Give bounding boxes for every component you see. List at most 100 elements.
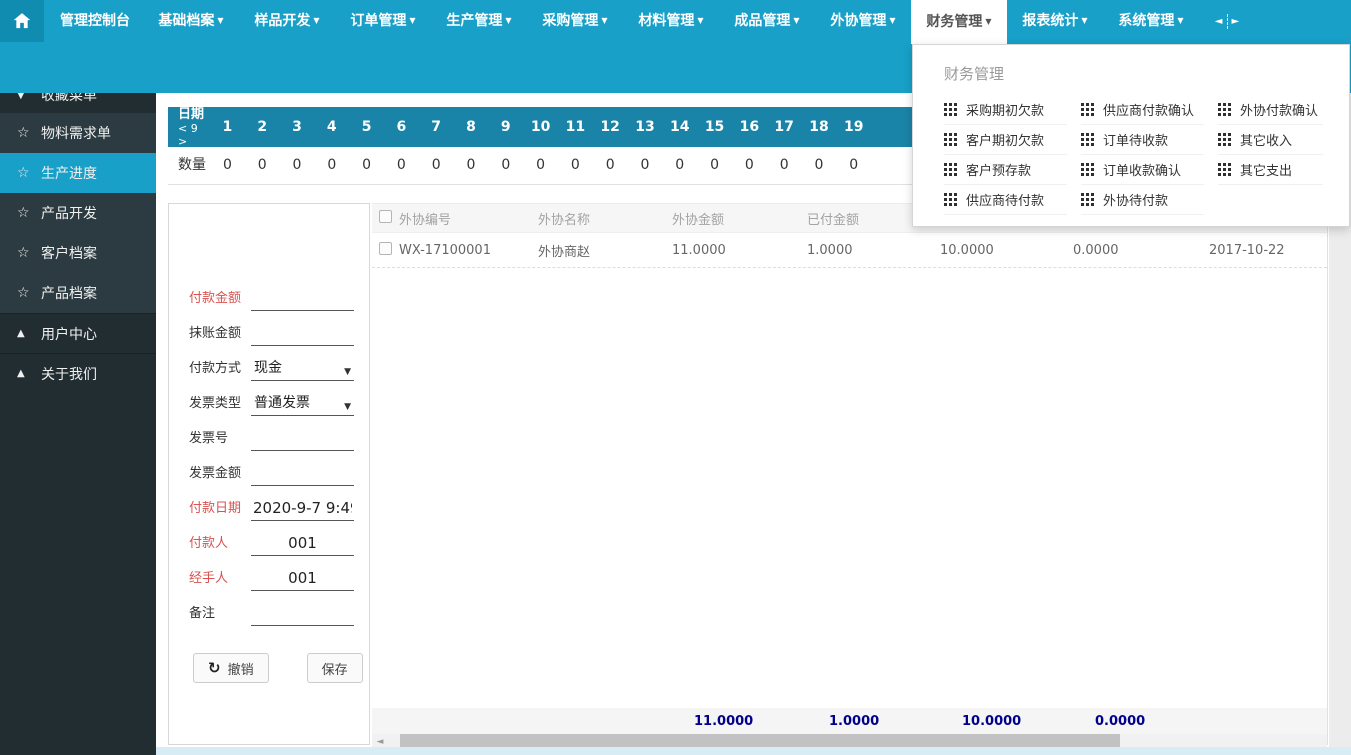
invoice-amount-input[interactable] [251, 460, 354, 486]
day-cell[interactable]: 12 [593, 107, 628, 147]
day-cell[interactable]: 19 [836, 107, 871, 147]
nav-item-label: 材料管理 [638, 13, 694, 29]
column-header-outsource-amount[interactable]: 外协金额 [672, 209, 807, 228]
day-cell[interactable]: 10 [523, 107, 558, 147]
quantity-value: 0 [349, 147, 384, 184]
menu-item-outsource-payment-confirm[interactable]: 外协付款确认 [1218, 95, 1323, 125]
caret-down-icon: ▼ [17, 93, 41, 101]
nav-item-purchase-mgmt[interactable]: 采购管理▼ [527, 0, 623, 42]
day-cell[interactable]: 9 [488, 107, 523, 147]
column-header-outsource-no[interactable]: 外协编号 [399, 209, 538, 228]
star-icon: ☆ [17, 165, 41, 181]
column-header-outsource-name[interactable]: 外协名称 [538, 209, 672, 228]
menu-item-supplier-payment-confirm[interactable]: 供应商付款确认 [1081, 95, 1204, 125]
save-button[interactable]: 保存 [307, 653, 363, 683]
app-screen: 管理控制台 基础档案▼ 样品开发▼ 订单管理▼ 生产管理▼ 采购管理▼ 材料管理… [0, 0, 1351, 755]
grid-icon [944, 193, 957, 206]
nav-item-dashboard[interactable]: 管理控制台 [47, 0, 143, 42]
quantity-value: 0 [419, 147, 454, 184]
field-label: 付款人 [189, 532, 251, 556]
day-cell[interactable]: 6 [384, 107, 419, 147]
sidebar-item-product-dev[interactable]: ☆ 产品开发 [0, 193, 156, 233]
undo-button[interactable]: ↻ 撤销 [193, 653, 269, 683]
sidebar-collapse-toggle[interactable]: ◄► [1199, 0, 1255, 42]
row-checkbox[interactable] [379, 242, 392, 255]
menu-item-outsource-payable-pending[interactable]: 外协待付款 [1081, 185, 1204, 215]
nav-item-sample-dev[interactable]: 样品开发▼ [239, 0, 335, 42]
sidebar-item-customer-archive[interactable]: ☆ 客户档案 [0, 233, 156, 273]
day-cell[interactable]: 16 [732, 107, 767, 147]
payer-input[interactable] [251, 530, 354, 556]
select-all-checkbox[interactable] [379, 210, 392, 223]
nav-item-label: 外协管理 [830, 13, 886, 29]
chevron-up-icon: ▲ [17, 368, 41, 379]
sidebar-item-production-progress[interactable]: ☆ 生产进度 [0, 153, 156, 193]
menu-item-other-income[interactable]: 其它收入 [1218, 125, 1323, 155]
sidebar-item-favorites[interactable]: ▼ 收藏菜单 [0, 93, 156, 113]
menu-item-order-receipt-confirm[interactable]: 订单收款确认 [1081, 155, 1204, 185]
writeoff-amount-input[interactable] [251, 320, 354, 346]
day-cell[interactable]: 17 [767, 107, 802, 147]
payment-method-select[interactable]: 现金 ▼ [251, 355, 354, 381]
menu-item-purchase-initial-debt[interactable]: 采购期初欠款 [944, 95, 1067, 125]
menu-item-label: 客户预存款 [966, 160, 1031, 179]
day-cell[interactable]: 18 [802, 107, 837, 147]
quantity-value: 0 [628, 147, 663, 184]
remark-input[interactable] [251, 600, 354, 626]
form-buttons: ↻ 撤销 保存 [193, 653, 369, 683]
day-cell[interactable]: 11 [558, 107, 593, 147]
day-cell[interactable]: 5 [349, 107, 384, 147]
sidebar-item-about-us[interactable]: ▲ 关于我们 [0, 353, 156, 393]
menu-item-customer-initial-debt[interactable]: 客户期初欠款 [944, 125, 1067, 155]
nav-item-report-stats[interactable]: 报表统计▼ [1007, 0, 1103, 42]
date-pager[interactable]: < 9 > [178, 122, 210, 148]
total-unpaid-amount: 10.0000 [940, 714, 1073, 729]
menu-item-other-expense[interactable]: 其它支出 [1218, 155, 1323, 185]
table-row[interactable]: WX-17100001 外协商赵 11.0000 1.0000 10.0000 … [372, 233, 1327, 268]
menu-item-customer-prepaid[interactable]: 客户预存款 [944, 155, 1067, 185]
menu-item-order-receivable[interactable]: 订单待收款 [1081, 125, 1204, 155]
sidebar-item-label: 客户档案 [41, 243, 97, 263]
home-button[interactable] [0, 0, 44, 42]
day-cell[interactable]: 8 [454, 107, 489, 147]
nav-item-system-mgmt[interactable]: 系统管理▼ [1103, 0, 1199, 42]
day-cell[interactable]: 15 [697, 107, 732, 147]
scroll-left-arrow-icon[interactable]: ◄ [372, 737, 388, 747]
invoice-type-select[interactable]: 普通发票 ▼ [251, 390, 354, 416]
sidebar-item-user-center[interactable]: ▲ 用户中心 [0, 313, 156, 353]
top-navbar: 管理控制台 基础档案▼ 样品开发▼ 订单管理▼ 生产管理▼ 采购管理▼ 材料管理… [0, 0, 1255, 44]
caret-down-icon: ▼ [344, 402, 351, 412]
mega-menu-title: 财务管理 [944, 63, 1335, 83]
quantity-value: 0 [488, 147, 523, 184]
nav-item-production-mgmt[interactable]: 生产管理▼ [431, 0, 527, 42]
sidebar-item-material-requisition[interactable]: ☆ 物料需求单 [0, 113, 156, 153]
day-cell[interactable]: 2 [245, 107, 280, 147]
caret-down-icon: ▼ [217, 16, 223, 25]
nav-item-order-mgmt[interactable]: 订单管理▼ [335, 0, 431, 42]
caret-down-icon: ▼ [344, 367, 351, 377]
nav-item-base-archive[interactable]: 基础档案▼ [143, 0, 239, 42]
payment-amount-input[interactable] [251, 285, 354, 311]
day-cell[interactable]: 4 [314, 107, 349, 147]
invoice-no-input[interactable] [251, 425, 354, 451]
sidebar-item-product-archive[interactable]: ☆ 产品档案 [0, 273, 156, 313]
day-cell[interactable]: 1 [210, 107, 245, 147]
quantity-value: 0 [697, 147, 732, 184]
day-cell[interactable]: 3 [280, 107, 315, 147]
grid-icon [1218, 133, 1231, 146]
nav-item-material-mgmt[interactable]: 材料管理▼ [623, 0, 719, 42]
nav-item-finished-goods-mgmt[interactable]: 成品管理▼ [719, 0, 815, 42]
menu-item-label: 其它支出 [1240, 160, 1292, 179]
nav-item-finance-mgmt[interactable]: 财务管理▼ [911, 0, 1007, 44]
menu-item-label: 供应商付款确认 [1103, 100, 1194, 119]
day-cell[interactable]: 14 [662, 107, 697, 147]
day-cell[interactable]: 7 [419, 107, 454, 147]
sidebar-item-label: 用户中心 [41, 324, 97, 344]
nav-item-outsourcing-mgmt[interactable]: 外协管理▼ [815, 0, 911, 42]
menu-item-supplier-payable-pending[interactable]: 供应商待付款 [944, 185, 1067, 215]
arrow-right-icon: ► [1232, 16, 1240, 27]
day-cell[interactable]: 13 [628, 107, 663, 147]
payment-date-input[interactable] [251, 495, 354, 521]
caret-down-icon: ▼ [601, 16, 607, 25]
handler-input[interactable] [251, 565, 354, 591]
